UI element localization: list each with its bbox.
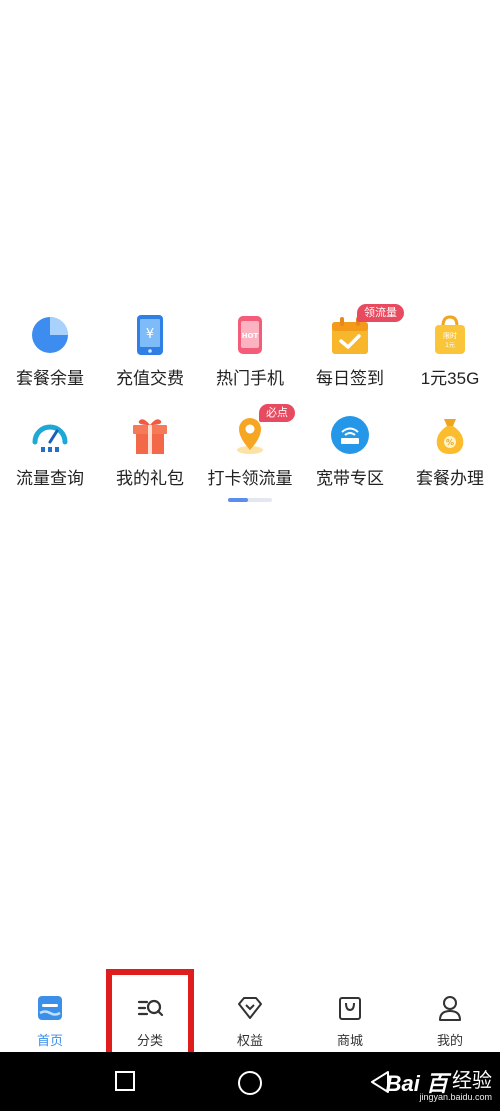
svg-text:¥: ¥ <box>146 327 154 342</box>
grid-item-daily-checkin[interactable]: 领流量 每日签到 <box>300 304 404 400</box>
service-grid-row: 套餐余量 ¥ 充值交费 HOT 热门手机 领流量 每日签到 限时 1元 1元35… <box>0 304 500 400</box>
tab-home[interactable]: 首页 <box>0 986 100 1052</box>
bottom-tab-bar: 首页 分类 权益 商城 我的 <box>0 986 500 1052</box>
grid-item-label: 我的礼包 <box>116 469 184 488</box>
shopping-bag-icon: 限时 1元 <box>435 315 465 354</box>
grid-item-label: 套餐办理 <box>416 469 484 488</box>
svg-text:限时: 限时 <box>443 331 457 340</box>
grid-item-label: 充值交费 <box>116 369 184 388</box>
user-icon <box>439 996 461 1021</box>
money-bag-icon: % <box>436 419 464 454</box>
home-button-icon[interactable] <box>237 1070 263 1096</box>
hot-phone-icon: HOT <box>238 316 262 354</box>
svg-text:%: % <box>446 438 454 447</box>
badge-must-click: 必点 <box>259 404 295 422</box>
grid-item-plan-apply[interactable]: % 套餐办理 <box>400 410 500 500</box>
grid-item-my-gifts[interactable]: 我的礼包 <box>100 410 200 500</box>
tab-label: 首页 <box>36 1033 63 1048</box>
recent-apps-icon[interactable] <box>114 1070 136 1092</box>
speedometer-icon <box>32 424 68 452</box>
diamond-icon <box>238 997 262 1019</box>
home-icon <box>38 996 62 1020</box>
tab-mall[interactable]: 商城 <box>300 986 400 1052</box>
watermark-url: jingyan.baidu.com <box>419 1092 492 1102</box>
tab-benefits[interactable]: 权益 <box>200 986 300 1052</box>
svg-text:HOT: HOT <box>242 332 259 340</box>
page-indicator <box>228 498 272 502</box>
pie-chart-icon <box>32 317 68 353</box>
grid-item-package-balance[interactable]: 套餐余量 <box>0 310 100 400</box>
grid-item-hot-phones[interactable]: HOT 热门手机 <box>200 310 300 400</box>
grid-item-label: 每日签到 <box>316 369 384 388</box>
shopping-bag-icon <box>339 997 361 1020</box>
grid-item-label: 流量查询 <box>16 469 84 488</box>
svg-text:1元: 1元 <box>445 342 455 349</box>
grid-item-data-query[interactable]: 流量查询 <box>0 410 100 500</box>
grid-item-label: 宽带专区 <box>316 469 384 488</box>
tab-label: 我的 <box>436 1033 463 1048</box>
grid-item-clockin-data[interactable]: 必点 打卡领流量 <box>200 404 300 500</box>
watermark-text: 经验 <box>452 1070 492 1092</box>
tab-label: 权益 <box>236 1033 263 1048</box>
system-nav-bar: Bai 百 经验 jingyan.baidu.com <box>0 1052 500 1111</box>
page-indicator-active <box>228 498 248 502</box>
tab-mine[interactable]: 我的 <box>400 986 500 1052</box>
gift-box-icon <box>133 419 167 454</box>
grid-item-label: 打卡领流量 <box>207 469 293 488</box>
grid-item-label: 热门手机 <box>216 369 284 388</box>
grid-item-broadband[interactable]: 宽带专区 <box>300 410 400 500</box>
grid-item-recharge[interactable]: ¥ 充值交费 <box>100 310 200 400</box>
grid-item-label: 套餐余量 <box>16 369 84 388</box>
tab-label: 商城 <box>336 1033 363 1048</box>
grid-item-1yuan-35g[interactable]: 限时 1元 1元35G <box>400 310 500 400</box>
badge-get-data: 领流量 <box>357 304 404 322</box>
service-grid-row: 流量查询 我的礼包 必点 打卡领流量 宽带专区 % 套餐办理 <box>0 404 500 500</box>
router-icon <box>331 416 369 454</box>
phone-yen-icon: ¥ <box>137 315 163 355</box>
grid-item-label: 1元35G <box>420 369 480 388</box>
